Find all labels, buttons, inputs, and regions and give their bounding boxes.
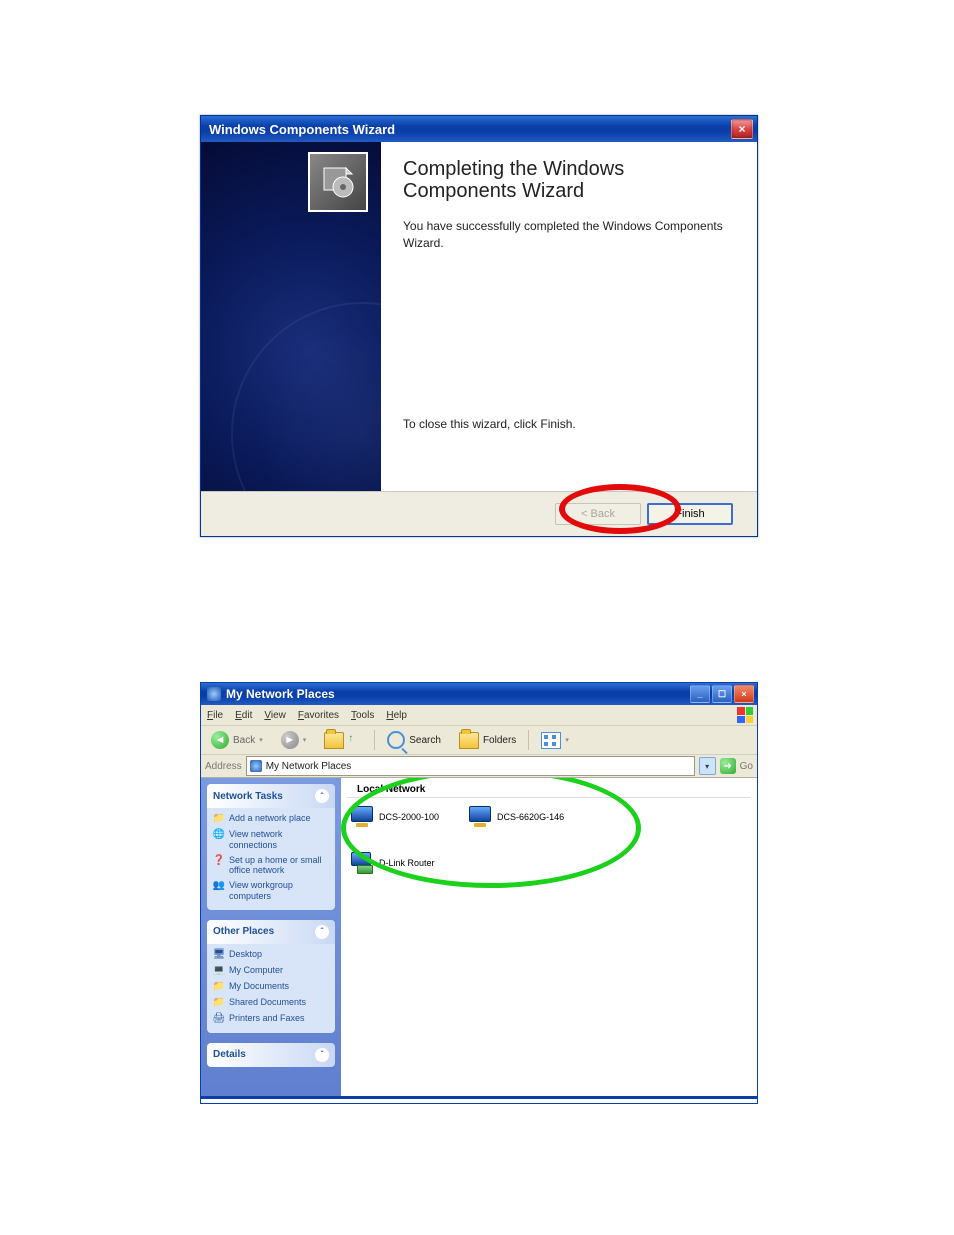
add-place-icon: 📁 — [213, 813, 225, 825]
close-button[interactable]: × — [734, 685, 754, 703]
network-device-item[interactable]: DCS-6620G-146 — [469, 806, 564, 828]
folder-up-icon — [324, 732, 344, 749]
menu-file[interactable]: File — [207, 710, 223, 721]
explorer-body: Network Tasks ˆ 📁 Add a network place 🌐 … — [201, 778, 757, 1096]
setup-network-icon: ❓ — [213, 855, 225, 867]
menu-favorites[interactable]: Favorites — [298, 710, 339, 721]
menu-tools[interactable]: Tools — [351, 710, 374, 721]
menu-view[interactable]: View — [264, 710, 286, 721]
other-places-header[interactable]: Other Places ˆ — [207, 920, 335, 944]
explorer-window: My Network Places _ ☐ × File Edit View F… — [200, 682, 758, 1104]
minimize-button[interactable]: _ — [690, 685, 710, 703]
network-device-item[interactable]: DCS-2000-100 — [351, 806, 439, 828]
shared-folder-icon: 📁 — [213, 997, 225, 1009]
chevron-up-icon: ˆ — [315, 925, 329, 939]
back-arrow-icon: ◄ — [211, 731, 229, 749]
menu-help[interactable]: Help — [386, 710, 407, 721]
folders-button[interactable]: Folders — [453, 729, 522, 751]
go-button-icon[interactable]: ➜ — [720, 758, 736, 774]
package-cd-icon — [308, 152, 368, 212]
router-icon — [351, 852, 373, 874]
other-place-shared-documents[interactable]: 📁 Shared Documents — [213, 997, 329, 1009]
network-places-icon — [250, 760, 262, 772]
address-field[interactable]: My Network Places — [246, 756, 695, 776]
address-label: Address — [205, 761, 242, 772]
search-icon — [387, 731, 405, 749]
printer-icon: 🖨 — [213, 1013, 225, 1025]
side-panel: Network Tasks ˆ 📁 Add a network place 🌐 … — [201, 778, 341, 1096]
views-button[interactable]: ▾ — [535, 729, 575, 751]
task-view-connections[interactable]: 🌐 View network connections — [213, 829, 329, 851]
windows-logo-icon — [737, 707, 753, 723]
network-tasks-panel: Network Tasks ˆ 📁 Add a network place 🌐 … — [207, 784, 335, 910]
network-device-icon — [351, 806, 373, 828]
details-panel: Details ˇ — [207, 1043, 335, 1067]
wizard-title: Windows Components Wizard — [209, 122, 395, 137]
wizard-dialog: Windows Components Wizard × Completing t… — [200, 115, 758, 537]
other-places-panel: Other Places ˆ 🖥 Desktop 💻 My Computer 📁… — [207, 920, 335, 1033]
task-add-network-place[interactable]: 📁 Add a network place — [213, 813, 329, 825]
documents-icon: 📁 — [213, 981, 225, 993]
wizard-sidebar — [201, 142, 381, 491]
task-view-workgroup[interactable]: 👥 View workgroup computers — [213, 880, 329, 902]
toolbar: ◄ Back ▾ ► ▾ ↑ Search Folders ▾ — [201, 726, 757, 755]
icon-list: DCS-2000-100 DCS-6620G-146 D-Link Router — [341, 804, 757, 876]
finish-button[interactable]: Finish — [647, 503, 733, 525]
wizard-close-hint: To close this wizard, click Finish. — [403, 417, 735, 431]
back-button[interactable]: ◄ Back ▾ — [205, 729, 269, 751]
window-border-bottom — [201, 1096, 757, 1103]
wizard-body: Completing the Windows Components Wizard… — [201, 142, 757, 491]
details-header[interactable]: Details ˇ — [207, 1043, 335, 1067]
chevron-down-icon: ˇ — [315, 1048, 329, 1062]
wizard-button-bar: < Back Finish — [201, 491, 757, 536]
network-tasks-header[interactable]: Network Tasks ˆ — [207, 784, 335, 808]
maximize-button[interactable]: ☐ — [712, 685, 732, 703]
up-button[interactable]: ↑ — [318, 729, 368, 751]
computer-icon: 💻 — [213, 965, 225, 977]
close-icon[interactable]: × — [731, 119, 753, 139]
task-setup-network[interactable]: ❓ Set up a home or small office network — [213, 855, 329, 877]
forward-button: ► ▾ — [275, 729, 313, 751]
go-label[interactable]: Go — [740, 761, 753, 772]
desktop-icon: 🖥 — [213, 949, 225, 961]
up-arrow-icon: ↑ — [348, 733, 362, 747]
folder-icon — [459, 732, 479, 749]
wizard-heading: Completing the Windows Components Wizard — [403, 158, 735, 202]
search-button[interactable]: Search — [381, 729, 447, 751]
other-place-my-computer[interactable]: 💻 My Computer — [213, 965, 329, 977]
explorer-titlebar[interactable]: My Network Places _ ☐ × — [201, 683, 757, 705]
address-dropdown-icon[interactable]: ▾ — [699, 757, 716, 775]
wizard-titlebar[interactable]: Windows Components Wizard × — [201, 116, 757, 142]
network-router-item[interactable]: D-Link Router — [351, 852, 747, 874]
workgroup-icon: 👥 — [213, 880, 225, 892]
content-view: Local Network DCS-2000-100 DCS-6620G-146 — [341, 778, 757, 1096]
views-icon — [541, 732, 561, 749]
content-section-title: Local Network — [347, 780, 751, 798]
menu-edit[interactable]: Edit — [235, 710, 252, 721]
other-place-printers[interactable]: 🖨 Printers and Faxes — [213, 1013, 329, 1025]
back-button: < Back — [555, 503, 641, 525]
other-place-desktop[interactable]: 🖥 Desktop — [213, 949, 329, 961]
network-device-icon — [469, 806, 491, 828]
address-bar: Address My Network Places ▾ ➜ Go — [201, 755, 757, 778]
connections-icon: 🌐 — [213, 829, 225, 841]
chevron-up-icon: ˆ — [315, 789, 329, 803]
forward-arrow-icon: ► — [281, 731, 299, 749]
network-places-icon — [207, 687, 221, 701]
menu-bar: File Edit View Favorites Tools Help — [201, 705, 757, 726]
other-place-my-documents[interactable]: 📁 My Documents — [213, 981, 329, 993]
wizard-content: Completing the Windows Components Wizard… — [381, 142, 757, 491]
wizard-message: You have successfully completed the Wind… — [403, 218, 735, 252]
explorer-title: My Network Places — [226, 687, 335, 701]
